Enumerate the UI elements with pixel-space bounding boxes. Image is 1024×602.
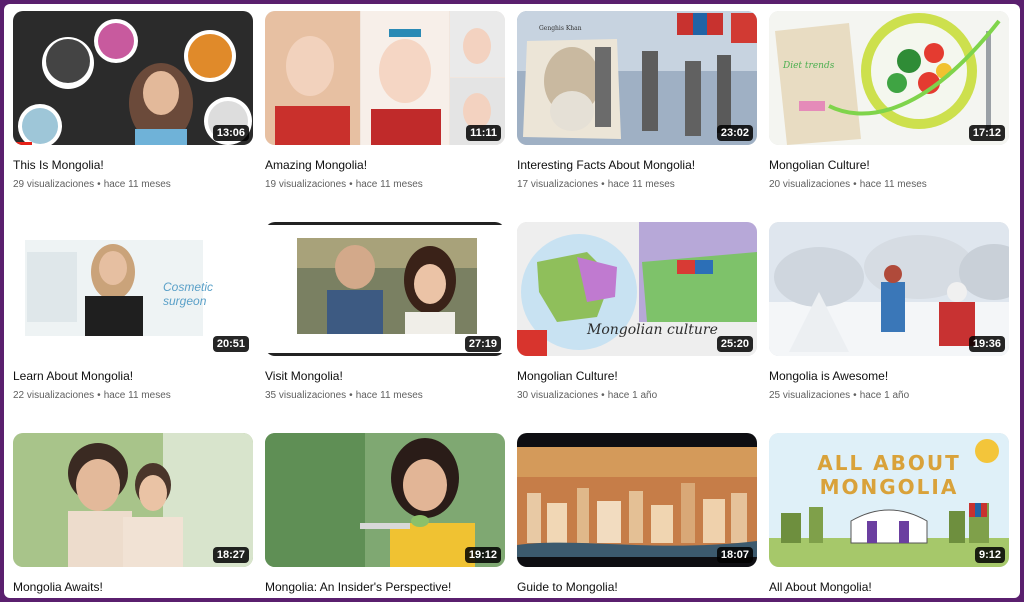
video-thumbnail[interactable]: 18:27 — [13, 433, 253, 567]
view-count: 19 visualizaciones — [265, 179, 347, 190]
video-thumbnail[interactable]: Diet trends 17:12 — [769, 11, 1009, 145]
thumbnail-caption: Diet trends — [783, 61, 835, 71]
upload-age: hace 11 meses — [103, 390, 171, 401]
view-count: 25 visualizaciones — [769, 390, 851, 401]
video-title[interactable]: Mongolian Culture! — [769, 157, 1009, 173]
upload-age: hace 11 meses — [607, 179, 675, 190]
video-card[interactable]: 27:19 Visit Mongolia! 35 visualizaciones… — [265, 222, 505, 433]
video-title[interactable]: Mongolian Culture! — [517, 368, 757, 384]
thumbnail-caption: ALL ABOUT MONGOLIA — [817, 451, 961, 499]
video-thumbnail[interactable]: Genghis Khan 23:02 — [517, 11, 757, 145]
video-card[interactable]: ALL ABOUT MONGOLIA 9:12 All About Mongol… — [769, 433, 1009, 598]
video-card[interactable]: Genghis Khan 23:02 Interesting Facts Abo… — [517, 11, 757, 222]
video-title[interactable]: This Is Mongolia! — [13, 157, 253, 173]
thumbnail-caption: Genghis Khan — [539, 25, 582, 32]
video-meta: 29 visualizaciones • hace 11 meses — [13, 178, 253, 192]
view-count: 29 visualizaciones — [13, 179, 95, 190]
view-count: 30 visualizaciones — [517, 390, 599, 401]
video-meta: 25 visualizaciones • hace 1 año — [769, 389, 1009, 403]
video-title[interactable]: Mongolia Awaits! — [13, 579, 253, 595]
video-card[interactable]: Diet trends 17:12 Mongolian Culture! 20 … — [769, 11, 1009, 222]
video-card[interactable]: 13:06 This Is Mongolia! 29 visualizacion… — [13, 11, 253, 222]
video-grid-frame: 13:06 This Is Mongolia! 29 visualizacion… — [4, 4, 1020, 598]
video-duration: 23:02 — [716, 125, 753, 141]
video-meta: 17 visualizaciones • hace 11 meses — [517, 178, 757, 192]
separator-dot: • — [349, 390, 353, 401]
view-count: 17 visualizaciones — [517, 179, 599, 190]
video-duration: 19:36 — [968, 336, 1005, 352]
video-title[interactable]: Mongolia is Awesome! — [769, 368, 1009, 384]
video-thumbnail[interactable]: ALL ABOUT MONGOLIA 9:12 — [769, 433, 1009, 567]
video-card[interactable]: 19:36 Mongolia is Awesome! 25 visualizac… — [769, 222, 1009, 433]
video-thumbnail[interactable]: 19:12 — [265, 433, 505, 567]
video-duration: 25:20 — [716, 336, 753, 352]
video-duration: 13:06 — [212, 125, 249, 141]
video-title[interactable]: Amazing Mongolia! — [265, 157, 505, 173]
separator-dot: • — [349, 179, 353, 190]
video-card[interactable]: 18:27 Mongolia Awaits! — [13, 433, 253, 598]
video-thumbnail[interactable]: 13:06 — [13, 11, 253, 145]
video-thumbnail[interactable]: 11:11 — [265, 11, 505, 145]
watch-progress-bar — [13, 142, 33, 145]
upload-age: hace 11 meses — [103, 179, 171, 190]
video-duration: 11:11 — [466, 125, 501, 141]
video-card[interactable]: 19:12 Mongolia: An Insider's Perspective… — [265, 433, 505, 598]
thumbnail-caption: Mongolian culture — [587, 322, 718, 338]
video-card[interactable]: Cosmetic surgeon 20:51 Learn About Mongo… — [13, 222, 253, 433]
video-thumbnail[interactable]: 27:19 — [265, 222, 505, 356]
video-meta: 19 visualizaciones • hace 11 meses — [265, 178, 505, 192]
separator-dot: • — [601, 179, 605, 190]
separator-dot: • — [601, 390, 605, 401]
video-duration: 17:12 — [968, 125, 1005, 141]
video-grid: 13:06 This Is Mongolia! 29 visualizacion… — [13, 11, 1009, 598]
video-duration: 20:51 — [212, 336, 249, 352]
separator-dot: • — [853, 390, 857, 401]
upload-age: hace 1 año — [607, 390, 658, 401]
video-meta: 20 visualizaciones • hace 11 meses — [769, 178, 1009, 192]
video-thumbnail[interactable]: Cosmetic surgeon 20:51 — [13, 222, 253, 356]
video-title[interactable]: All About Mongolia! — [769, 579, 1009, 595]
video-title[interactable]: Interesting Facts About Mongolia! — [517, 157, 757, 173]
video-duration: 9:12 — [974, 547, 1005, 563]
video-title[interactable]: Visit Mongolia! — [265, 368, 505, 384]
upload-age: hace 11 meses — [355, 390, 423, 401]
separator-dot: • — [97, 179, 101, 190]
video-thumbnail[interactable]: Mongolian culture 25:20 — [517, 222, 757, 356]
video-thumbnail[interactable]: 19:36 — [769, 222, 1009, 356]
video-title[interactable]: Mongolia: An Insider's Perspective! — [265, 579, 505, 595]
video-duration: 27:19 — [464, 336, 501, 352]
thumbnail-caption: Cosmetic surgeon — [163, 280, 214, 308]
upload-age: hace 1 año — [859, 390, 910, 401]
separator-dot: • — [97, 390, 101, 401]
view-count: 20 visualizaciones — [769, 179, 851, 190]
video-thumbnail[interactable]: 18:07 — [517, 433, 757, 567]
view-count: 22 visualizaciones — [13, 390, 95, 401]
view-count: 35 visualizaciones — [265, 390, 347, 401]
video-meta: 35 visualizaciones • hace 11 meses — [265, 389, 505, 403]
video-card[interactable]: 11:11 Amazing Mongolia! 19 visualizacion… — [265, 11, 505, 222]
video-card[interactable]: Mongolian culture 25:20 Mongolian Cultur… — [517, 222, 757, 433]
video-duration: 19:12 — [464, 547, 501, 563]
upload-age: hace 11 meses — [859, 179, 927, 190]
video-duration: 18:27 — [212, 547, 249, 563]
separator-dot: • — [853, 179, 857, 190]
video-meta: 30 visualizaciones • hace 1 año — [517, 389, 757, 403]
video-card[interactable]: 18:07 Guide to Mongolia! — [517, 433, 757, 598]
video-duration: 18:07 — [716, 547, 753, 563]
video-title[interactable]: Learn About Mongolia! — [13, 368, 253, 384]
video-meta: 22 visualizaciones • hace 11 meses — [13, 389, 253, 403]
upload-age: hace 11 meses — [355, 179, 423, 190]
video-title[interactable]: Guide to Mongolia! — [517, 579, 757, 595]
